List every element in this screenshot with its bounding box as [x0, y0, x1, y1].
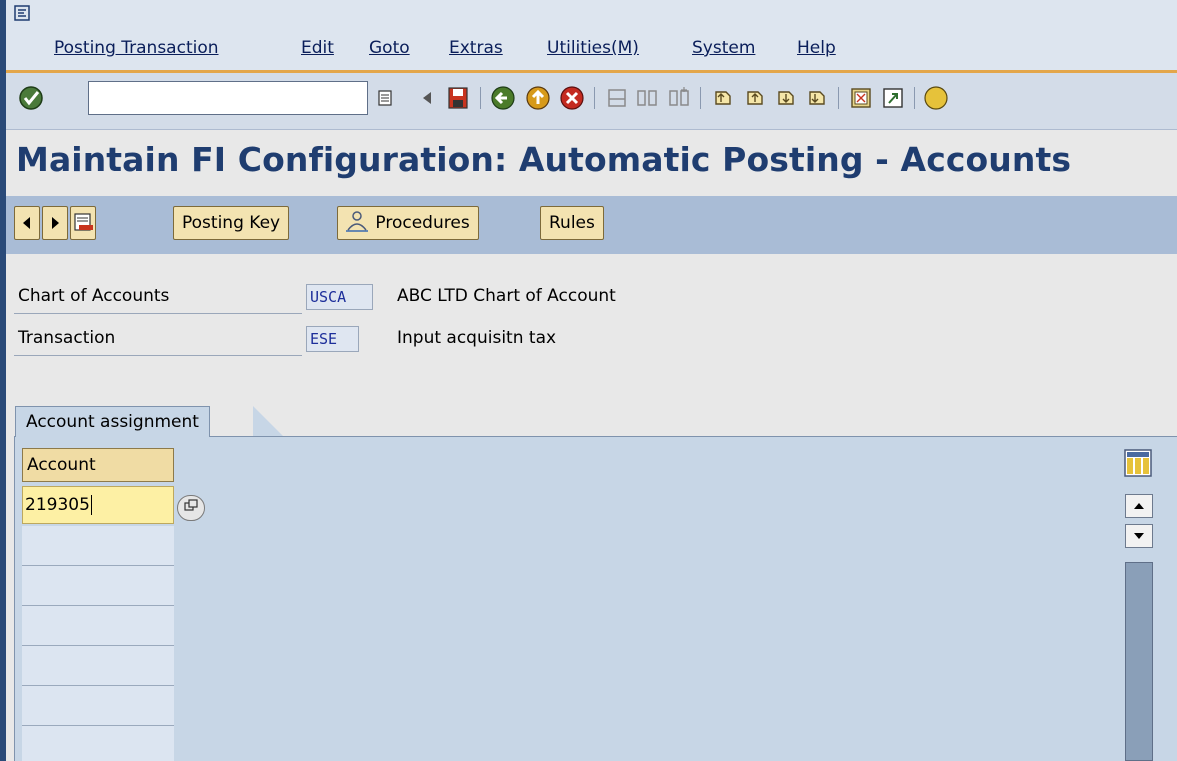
command-field[interactable]	[88, 81, 368, 115]
menu-posting-transaction[interactable]: Posting Transaction	[54, 38, 219, 58]
label-underline	[14, 313, 302, 314]
possible-entries-icon	[184, 499, 198, 511]
triangle-left-icon	[23, 217, 30, 229]
first-page-icon[interactable]	[708, 82, 738, 114]
menu-bar	[6, 0, 1177, 70]
shortcut-icon[interactable]	[878, 82, 908, 114]
account-input[interactable]: 219305​	[22, 486, 174, 524]
table-row-empty[interactable]	[22, 526, 174, 566]
delete-entry-button[interactable]	[70, 206, 96, 240]
scroll-left-icon[interactable]	[412, 82, 442, 114]
menu-goto[interactable]: Goto	[369, 38, 410, 58]
posting-key-button[interactable]: Posting Key	[173, 206, 290, 240]
menu-extras[interactable]: Extras	[449, 38, 503, 58]
chart-of-accounts-value: USCA	[306, 284, 373, 310]
next-page-icon[interactable]	[771, 82, 801, 114]
print-icon	[608, 89, 626, 107]
cancel-icon[interactable]	[557, 82, 587, 114]
previous-page-icon[interactable]	[740, 82, 770, 114]
menu-utilities[interactable]: Utilities(M)	[547, 38, 639, 58]
menu-edit[interactable]: Edit	[301, 38, 334, 58]
tab-account-assignment[interactable]: Account assignment	[15, 406, 210, 437]
save-icon[interactable]	[443, 82, 473, 114]
procedures-button[interactable]: Procedures	[337, 206, 479, 240]
account-value: 219305	[25, 495, 90, 515]
account-column-header[interactable]: Account	[22, 448, 174, 482]
table-row-empty[interactable]	[22, 726, 174, 761]
exit-icon[interactable]	[523, 82, 553, 114]
table-row-empty[interactable]	[22, 606, 174, 646]
create-session-icon[interactable]	[846, 82, 876, 114]
last-page-icon[interactable]	[802, 82, 832, 114]
scroll-down-button[interactable]	[1125, 524, 1153, 548]
table-settings-icon[interactable]	[1124, 449, 1152, 477]
table-row-empty[interactable]	[22, 646, 174, 686]
find-icon	[637, 90, 657, 106]
delete-row-icon	[74, 213, 93, 231]
menu-system[interactable]: System	[692, 38, 755, 58]
back-icon[interactable]	[488, 82, 518, 114]
table-row-empty[interactable]	[22, 566, 174, 606]
procedures-icon	[346, 211, 368, 232]
chart-of-accounts-description: ABC LTD Chart of Account	[397, 286, 616, 306]
help-icon[interactable]	[920, 82, 950, 114]
vertical-scrollbar[interactable]	[1125, 562, 1153, 761]
transaction-description: Input acquisitn tax	[397, 328, 557, 348]
table-row-empty[interactable]	[22, 686, 174, 726]
find-next-icon	[669, 87, 689, 106]
label-underline	[14, 355, 302, 356]
transaction-label: Transaction	[18, 328, 116, 348]
menu-help[interactable]: Help	[797, 38, 836, 58]
scroll-up-button[interactable]	[1125, 494, 1153, 518]
arrow-down-icon	[1134, 533, 1144, 539]
next-entry-button[interactable]	[42, 206, 68, 240]
page-title: Maintain FI Configuration: Automatic Pos…	[16, 140, 1072, 179]
enter-icon[interactable]	[16, 82, 46, 114]
triangle-right-icon	[52, 217, 59, 229]
command-history-icon[interactable]	[370, 82, 400, 114]
system-menu-icon[interactable]	[14, 5, 30, 21]
arrow-up-icon	[1134, 503, 1144, 509]
tab-edge	[253, 406, 283, 436]
chart-of-accounts-label: Chart of Accounts	[18, 286, 170, 306]
transaction-value: ESE	[306, 326, 359, 352]
procedures-label: Procedures	[375, 213, 470, 233]
value-help-button[interactable]	[177, 495, 205, 521]
rules-button[interactable]: Rules	[540, 206, 604, 240]
previous-entry-button[interactable]	[14, 206, 40, 240]
tab-panel	[14, 436, 1177, 761]
